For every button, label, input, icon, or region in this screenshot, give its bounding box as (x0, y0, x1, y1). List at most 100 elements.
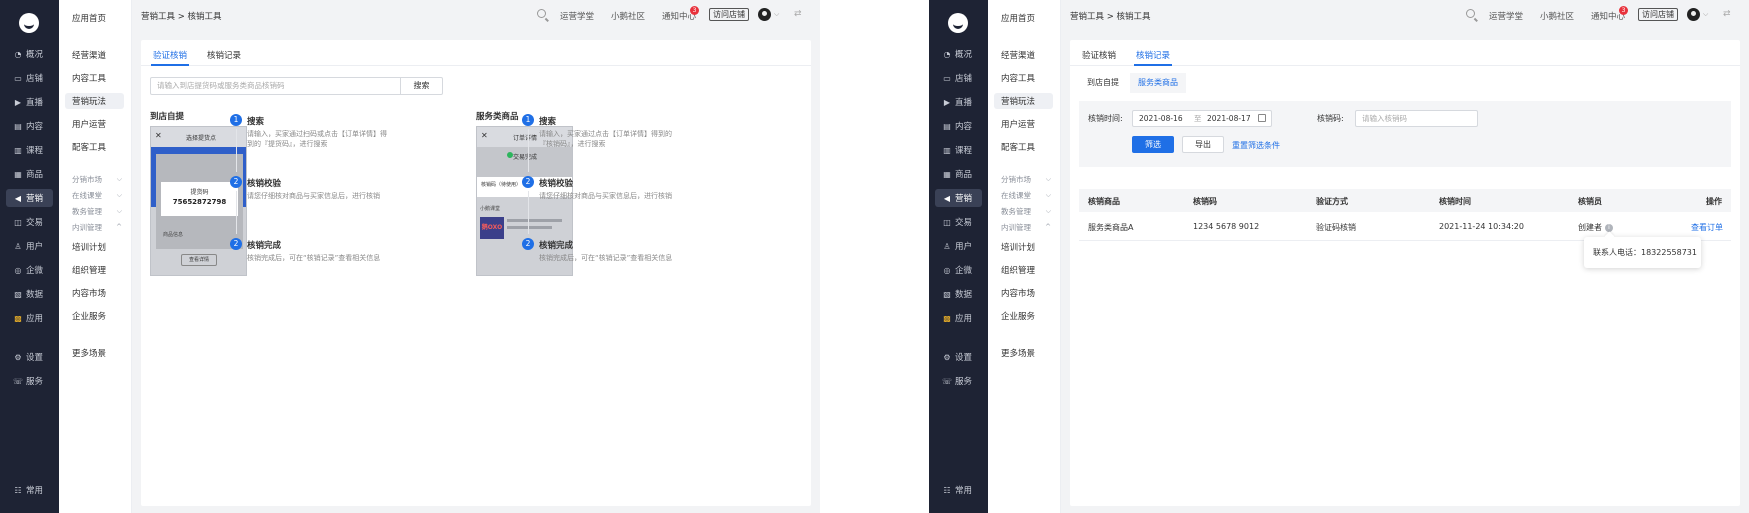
rail-item-common[interactable]: ☷ 常用 (935, 481, 982, 499)
rail-item-marketing[interactable]: ◀ 营销 (6, 189, 53, 207)
subnav-group[interactable]: 在线课堂 ⌵ (72, 189, 122, 201)
subnav-group[interactable]: 分销市场 ⌵ (1001, 173, 1051, 185)
subnav-group[interactable]: 内训管理 ^ (72, 221, 122, 233)
reset-filter-link[interactable]: 重置筛选条件 (1232, 140, 1280, 151)
subnav-item[interactable]: 配客工具 (994, 139, 1053, 155)
date-range-picker[interactable]: 2021-08-16 至 2021-08-17 (1132, 110, 1272, 127)
subnav-home[interactable]: 应用首页 (994, 10, 1053, 26)
pickup-code: 75652872798 (172, 198, 227, 206)
rail-item-marketing[interactable]: ◀ 营销 (935, 189, 982, 207)
subnav-item[interactable]: 内容工具 (65, 70, 124, 86)
subnav-group[interactable]: 分销市场 ⌵ (72, 173, 122, 185)
subnav-item[interactable]: 内容市场 (65, 285, 124, 301)
rail-item-course[interactable]: ▥ 课程 (6, 141, 53, 159)
rail-item-data[interactable]: ▧ 数据 (6, 285, 53, 303)
header-link-academy[interactable]: 运营学堂 (560, 10, 594, 22)
subnav-item[interactable]: 用户运营 (65, 116, 124, 132)
subtab-service[interactable]: 服务类商品 (1130, 73, 1186, 93)
subnav-more[interactable]: 更多场景 (994, 345, 1053, 361)
top-header: 营销工具 > 核销工具 运营学堂 小鹅社区 通知中心 3 访问店铺 ⌵ ⇄ (132, 0, 820, 32)
visit-store-button[interactable]: 访问店铺 (1638, 8, 1678, 21)
rail-item-settings[interactable]: ⚙ 设置 (6, 348, 53, 366)
rail-item-trade[interactable]: ◫ 交易 (6, 213, 53, 231)
verify-code-input[interactable]: 请输入到店提货码或服务类商品核销码 (150, 77, 401, 95)
subnav-item[interactable]: 培训计划 (65, 239, 124, 255)
step-number: 1 (522, 114, 534, 126)
subnav-item[interactable]: 组织管理 (65, 262, 124, 278)
phone-section: 商品信息 (163, 232, 184, 238)
view-order-link[interactable]: 查看订单 (1691, 222, 1723, 233)
rail-item-apps[interactable]: ▩ 应用 (935, 309, 982, 327)
rail-item-trade[interactable]: ◫ 交易 (935, 213, 982, 231)
chevron-down-icon: ⌵ (1045, 190, 1051, 199)
search-button[interactable]: 搜索 (401, 77, 443, 95)
chevron-down-icon[interactable]: ⌵ (1703, 10, 1708, 19)
tab-verify[interactable]: 验证核销 (1082, 49, 1116, 61)
group-label: 内训管理 (72, 222, 102, 232)
rail-item-data[interactable]: ▧ 数据 (935, 285, 982, 303)
subnav-item[interactable]: 经营渠道 (65, 47, 124, 63)
subnav-item[interactable]: 配客工具 (65, 139, 124, 155)
rail-item-content[interactable]: ▤ 内容 (935, 117, 982, 135)
subnav-item-active[interactable]: 营销玩法 (994, 93, 1053, 109)
subnav-home[interactable]: 应用首页 (65, 10, 124, 26)
header-link-community[interactable]: 小鹅社区 (1540, 10, 1574, 22)
rail-item-wecom[interactable]: ◎ 企微 (6, 261, 53, 279)
rail-item-goods[interactable]: ▦ 商品 (935, 165, 982, 183)
avatar[interactable] (1687, 8, 1700, 21)
rail-item-content[interactable]: ▤ 内容 (6, 117, 53, 135)
verify-code-field[interactable]: 请输入核销码 (1355, 110, 1478, 127)
tab-records[interactable]: 核销记录 (207, 49, 241, 61)
subnav-group[interactable]: 教务管理 ⌵ (1001, 205, 1051, 217)
rail-item-service[interactable]: ☏ 服务 (6, 372, 53, 390)
search-icon[interactable] (1466, 9, 1475, 18)
subnav-item[interactable]: 企业服务 (994, 308, 1053, 324)
export-button[interactable]: 导出 (1182, 136, 1224, 153)
app-logo-icon[interactable] (948, 13, 968, 33)
rail-item-users[interactable]: ♙ 用户 (6, 237, 53, 255)
header-link-community[interactable]: 小鹅社区 (611, 10, 645, 22)
visit-store-button[interactable]: 访问店铺 (709, 8, 749, 21)
rail-item-users[interactable]: ♙ 用户 (935, 237, 982, 255)
subnav-item-active[interactable]: 营销玩法 (65, 93, 124, 109)
subnav-item[interactable]: 内容工具 (994, 70, 1053, 86)
subnav-item[interactable]: 用户运营 (994, 116, 1053, 132)
avatar[interactable] (758, 8, 771, 21)
switch-icon[interactable]: ⇄ (794, 9, 802, 19)
header-link-academy[interactable]: 运营学堂 (1489, 10, 1523, 22)
subtab-pickup[interactable]: 到店自提 (1079, 73, 1127, 93)
chevron-down-icon[interactable]: ⌵ (774, 10, 779, 19)
time-label: 核销时间: (1088, 114, 1123, 123)
rail-item-store[interactable]: ▭ 店铺 (935, 69, 982, 87)
subnav-item[interactable]: 组织管理 (994, 262, 1053, 278)
rail-label: 设置 (955, 353, 973, 363)
filter-button[interactable]: 筛选 (1132, 136, 1174, 153)
tab-verify[interactable]: 验证核销 (153, 49, 187, 61)
rail-item-course[interactable]: ▥ 课程 (935, 141, 982, 159)
rail-item-live[interactable]: ▶ 直播 (935, 93, 982, 111)
rail-item-service[interactable]: ☏ 服务 (935, 372, 982, 390)
rail-item-wecom[interactable]: ◎ 企微 (935, 261, 982, 279)
rail-item-overview[interactable]: ◔ 概况 (6, 45, 53, 63)
rail-label: 直播 (26, 98, 44, 108)
rail-item-common[interactable]: ☷ 常用 (6, 481, 53, 499)
rail-item-goods[interactable]: ▦ 商品 (6, 165, 53, 183)
app-logo-icon[interactable] (19, 13, 39, 33)
switch-icon[interactable]: ⇄ (1723, 9, 1731, 19)
subnav-group[interactable]: 教务管理 ⌵ (72, 205, 122, 217)
subnav-group[interactable]: 在线课堂 ⌵ (1001, 189, 1051, 201)
subnav-item[interactable]: 经营渠道 (994, 47, 1053, 63)
rail-item-settings[interactable]: ⚙ 设置 (935, 348, 982, 366)
tab-records[interactable]: 核销记录 (1136, 49, 1170, 61)
rail-item-apps[interactable]: ▩ 应用 (6, 309, 53, 327)
subnav-item[interactable]: 培训计划 (994, 239, 1053, 255)
subnav-item[interactable]: 内容市场 (994, 285, 1053, 301)
main-rail: ◔ 概况 ▭ 店铺 ▶ 直播 ▤ 内容 ▥ 课程 ▦ 商品 ◀ 营销 ◫ 交易 ♙ 用户 ◎ 企微 … (929, 0, 988, 513)
rail-item-store[interactable]: ▭ 店铺 (6, 69, 53, 87)
rail-item-live[interactable]: ▶ 直播 (6, 93, 53, 111)
search-icon[interactable] (537, 9, 546, 18)
subnav-item[interactable]: 企业服务 (65, 308, 124, 324)
subnav-group[interactable]: 内训管理 ^ (1001, 221, 1051, 233)
subnav-more[interactable]: 更多场景 (65, 345, 124, 361)
rail-item-overview[interactable]: ◔ 概况 (935, 45, 982, 63)
